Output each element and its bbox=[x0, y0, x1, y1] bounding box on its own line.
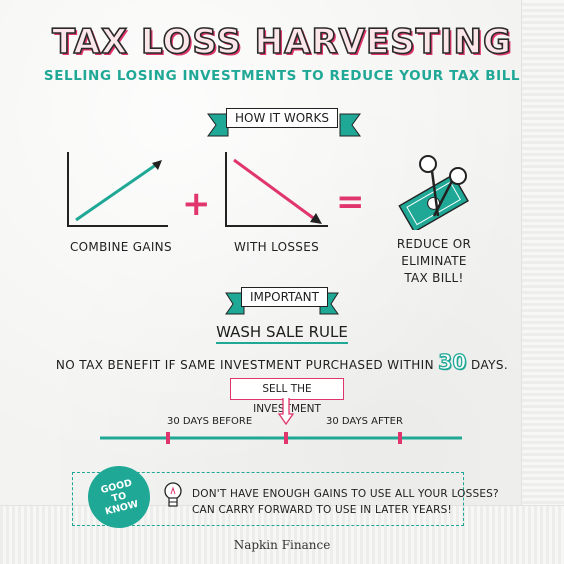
good-to-know-text: DON'T HAVE ENOUGH GAINS TO USE ALL YOUR … bbox=[192, 486, 499, 518]
important-banner: IMPORTANT bbox=[241, 287, 328, 307]
page-subtitle: SELLING LOSING INVESTMENTS TO REDUCE YOU… bbox=[43, 68, 521, 84]
equals-sign: = bbox=[336, 182, 365, 222]
napkin-embossed-border-right bbox=[521, 0, 564, 564]
tick-sell-date bbox=[284, 432, 288, 444]
scissors-cutting-bill-icon bbox=[398, 155, 469, 230]
result-text: REDUCE OR ELIMINATE TAX BILL! bbox=[364, 236, 504, 287]
timeline-bar bbox=[100, 432, 462, 444]
good-to-know-line1: DON'T HAVE ENOUGH GAINS TO USE ALL YOUR … bbox=[192, 488, 499, 500]
days-after-label: 30 DAYS AFTER bbox=[326, 416, 403, 427]
brand-logo-text: Napkin Finance bbox=[233, 538, 331, 552]
plus-sign: + bbox=[182, 184, 211, 224]
page-title: TAX LOSS HARVESTING bbox=[51, 21, 512, 63]
wash-sale-rule-text: WASH SALE RULE bbox=[216, 323, 348, 344]
lightbulb-icon bbox=[164, 482, 182, 507]
with-losses-label: WITH LOSSES bbox=[234, 240, 320, 254]
tick-30-days-before bbox=[166, 432, 170, 444]
result-line1: REDUCE OR ELIMINATE bbox=[396, 237, 472, 268]
gains-chart-icon bbox=[67, 152, 168, 227]
days-before-label: 30 DAYS BEFORE bbox=[167, 416, 253, 427]
how-it-works-banner: HOW IT WORKS bbox=[226, 108, 338, 128]
good-to-know-line2: CAN CARRY FORWARD TO USE IN LATER YEARS! bbox=[192, 504, 452, 516]
tick-30-days-after bbox=[398, 432, 402, 444]
losses-chart-icon bbox=[225, 152, 328, 227]
sell-arrow-icon bbox=[278, 398, 294, 426]
wash-sale-rule-description: NO TAX BENEFIT IF SAME INVESTMENT PURCHA… bbox=[0, 349, 564, 374]
wash-sale-rule-heading: WASH SALE RULE bbox=[0, 323, 564, 344]
rule-days-number: 30 bbox=[438, 349, 468, 374]
rule-text-after: DAYS. bbox=[471, 358, 509, 372]
rule-text-before: NO TAX BENEFIT IF SAME INVESTMENT PURCHA… bbox=[55, 358, 434, 372]
combine-gains-label: COMBINE GAINS bbox=[70, 240, 172, 254]
result-line2: TAX BILL! bbox=[404, 271, 464, 285]
sell-investment-box: SELL THE INVESTMENT bbox=[230, 378, 344, 415]
